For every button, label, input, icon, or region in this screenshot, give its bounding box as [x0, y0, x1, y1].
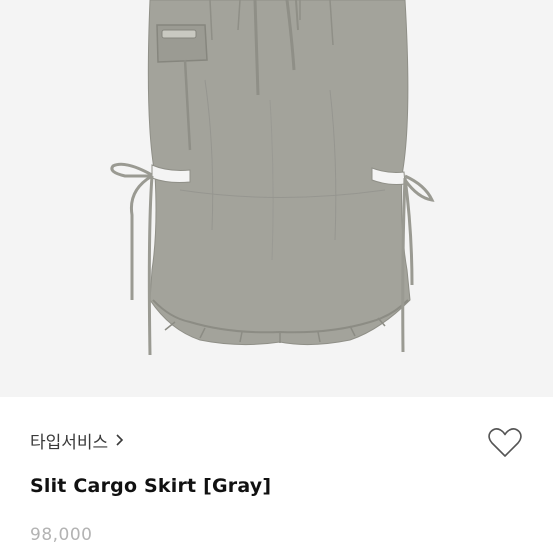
- like-button[interactable]: [485, 424, 525, 462]
- product-image[interactable]: [0, 0, 553, 397]
- skirt-illustration: [110, 0, 435, 356]
- product-info: 타입서비스 Slit Cargo Skirt [Gray] 98,000: [0, 397, 553, 553]
- chevron-right-icon: [116, 434, 124, 446]
- brand-link[interactable]: 타입서비스: [30, 428, 126, 453]
- heart-outline-icon: [488, 428, 522, 457]
- product-title: Slit Cargo Skirt [Gray]: [30, 475, 272, 497]
- brand-name[interactable]: 타입서비스: [30, 428, 108, 453]
- product-price: 98,000: [30, 525, 93, 545]
